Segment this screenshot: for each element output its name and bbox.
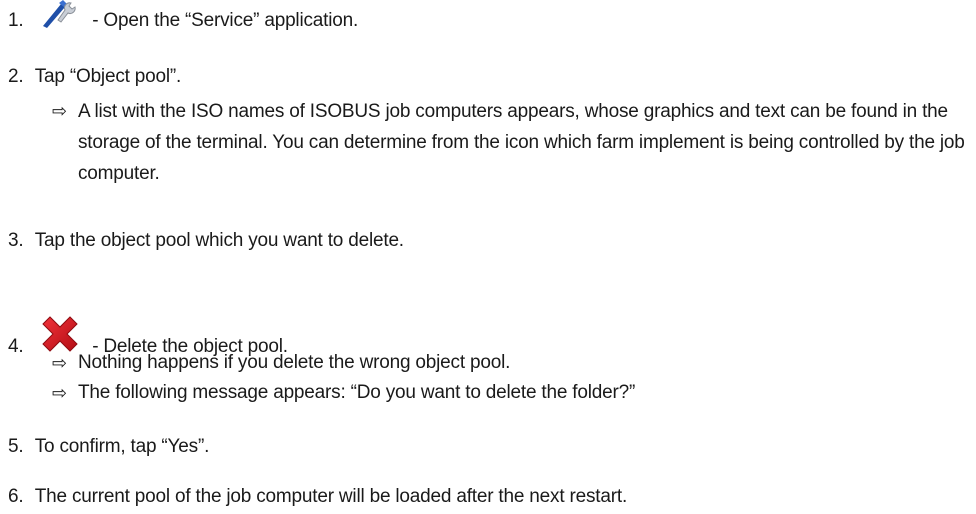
result-text: A list with the ISO names of ISOBUS job … <box>78 101 965 184</box>
step-text: Tap the object pool which you want to de… <box>34 230 404 251</box>
step-text: - Open the “Service” application. <box>92 10 359 31</box>
step-number: 6. <box>8 486 24 507</box>
step-4-result-1: ⇨ Nothing happens if you delete the wron… <box>52 350 510 376</box>
step-number: 3. <box>8 230 24 251</box>
step-number: 5. <box>8 436 24 457</box>
step-text: The current pool of the job computer wil… <box>34 486 628 507</box>
result-arrow-icon: ⇨ <box>52 383 67 403</box>
instruction-document: 1. - Open the “Service” application. 2. … <box>0 0 976 514</box>
step-6: 6. The current pool of the job computer … <box>8 484 627 510</box>
step-number: 1. <box>8 10 24 31</box>
step-3: 3. Tap the object pool which you want to… <box>8 228 404 254</box>
step-5: 5. To confirm, tap “Yes”. <box>8 434 209 460</box>
step-text: To confirm, tap “Yes”. <box>34 436 210 457</box>
step-2-result: ⇨ A list with the ISO names of ISOBUS jo… <box>52 98 968 189</box>
step-number: 2. <box>8 66 24 87</box>
wrench-screwdriver-icon <box>41 0 81 28</box>
step-number: 4. <box>8 336 24 357</box>
step-2: 2. Tap “Object pool”. <box>8 64 181 90</box>
result-arrow-icon: ⇨ <box>52 353 67 373</box>
step-1: 1. - Open the “Service” application. <box>8 0 359 34</box>
result-text: Nothing happens if you delete the wrong … <box>78 352 511 373</box>
result-arrow-icon: ⇨ <box>52 101 67 121</box>
result-text: The following message appears: “Do you w… <box>78 382 636 403</box>
step-4-result-2: ⇨ The following message appears: “Do you… <box>52 380 635 406</box>
step-text: Tap “Object pool”. <box>34 66 182 87</box>
